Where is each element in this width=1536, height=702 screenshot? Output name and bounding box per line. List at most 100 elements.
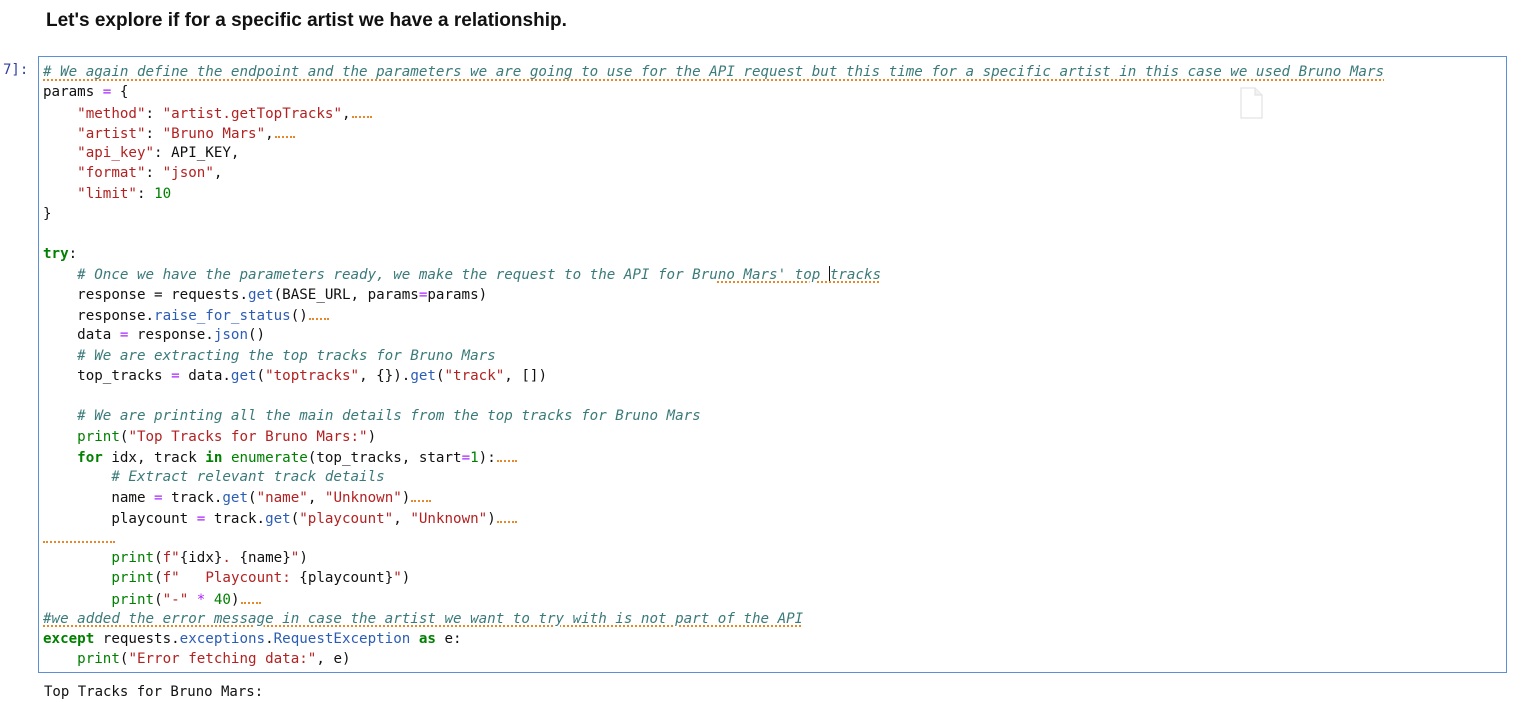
code-token: ) bbox=[299, 550, 308, 566]
operator: = bbox=[461, 449, 471, 466]
string: "artist.getTopTracks" bbox=[162, 105, 342, 122]
string: "Error fetching data:" bbox=[128, 651, 317, 668]
keyword: try bbox=[43, 246, 69, 263]
code-token: : bbox=[145, 125, 163, 142]
code-token: } bbox=[43, 205, 52, 222]
attribute: exceptions bbox=[179, 631, 266, 647]
cell-output: Top Tracks for Bruno Mars: bbox=[44, 684, 264, 700]
string: "limit" bbox=[77, 185, 137, 202]
code-token: data bbox=[43, 327, 120, 344]
method: get bbox=[248, 286, 274, 303]
comment: # We again define the endpoint and the p… bbox=[43, 64, 1385, 80]
string: "Bruno Mars" bbox=[162, 125, 266, 142]
code-text[interactable]: # We again define the endpoint and the p… bbox=[43, 62, 1384, 670]
keyword: in bbox=[205, 449, 223, 466]
code-token: ) bbox=[401, 570, 411, 587]
code-line-1: # We again define the endpoint and the p… bbox=[43, 62, 1384, 82]
code-token: name bbox=[43, 490, 155, 507]
code-token: , bbox=[307, 490, 325, 507]
code-line-27: print("-" * 40) bbox=[43, 589, 1384, 609]
lint-warning-marker bbox=[240, 589, 261, 604]
lint-warning-marker bbox=[308, 305, 329, 320]
code-line-26: print(f" Playcount: {playcount}") bbox=[43, 568, 1384, 588]
code-line-20: for idx, track in enumerate(top_tracks, … bbox=[43, 447, 1384, 467]
code-token: {name} bbox=[239, 550, 291, 566]
builtin: print bbox=[111, 570, 155, 587]
code-line-22: name = track.get("name", "Unknown") bbox=[43, 487, 1384, 507]
number: 10 bbox=[154, 185, 172, 202]
code-line-2: params = { bbox=[43, 82, 1384, 102]
comment: no Mars' top bbox=[717, 266, 829, 283]
code-line-12: response = requests.get(BASE_URL, params… bbox=[43, 285, 1384, 305]
code-line-11: # Once we have the parameters ready, we … bbox=[43, 265, 1384, 285]
code-cell-editor[interactable]: # We again define the endpoint and the p… bbox=[38, 56, 1507, 673]
code-token: : bbox=[145, 165, 163, 182]
code-token: ) bbox=[487, 510, 496, 527]
code-token: , bbox=[213, 165, 223, 182]
string: "Unknown" bbox=[410, 510, 488, 527]
code-token: ) bbox=[367, 428, 377, 445]
builtin: enumerate bbox=[230, 449, 308, 466]
builtin: print bbox=[111, 550, 155, 566]
code-token: , e) bbox=[316, 651, 351, 668]
code-token: params bbox=[43, 84, 103, 101]
code-token: data. bbox=[179, 367, 231, 384]
operator: = bbox=[196, 510, 206, 527]
code-token: ): bbox=[478, 449, 496, 466]
code-token: track. bbox=[162, 490, 223, 507]
method: json bbox=[213, 327, 249, 344]
code-token: (BASE_URL, params bbox=[273, 286, 419, 303]
operator: = bbox=[171, 367, 180, 384]
code-line-7: "limit": 10 bbox=[43, 184, 1384, 204]
string: "toptracks" bbox=[265, 367, 360, 384]
lint-warning-marker bbox=[351, 103, 372, 118]
code-token: (top_tracks, start bbox=[307, 449, 462, 466]
code-token: () bbox=[248, 327, 266, 344]
code-token: ) bbox=[230, 591, 240, 608]
code-token: { bbox=[111, 84, 129, 101]
lint-warning-marker bbox=[496, 508, 517, 523]
code-line-19: print("Top Tracks for Bruno Mars:") bbox=[43, 427, 1384, 447]
string: "format" bbox=[77, 165, 146, 182]
code-token: idx, track bbox=[102, 449, 206, 466]
string: f" bbox=[162, 550, 180, 566]
code-line-23: playcount = track.get("playcount", "Unkn… bbox=[43, 508, 1384, 528]
method: get bbox=[265, 510, 291, 527]
code-line-13: response.raise_for_status() bbox=[43, 305, 1384, 325]
code-line-15: # We are extracting the top tracks for B… bbox=[43, 346, 1384, 366]
code-token: , {}). bbox=[359, 367, 411, 384]
keyword: for bbox=[77, 449, 103, 466]
comment: # Extract relevant track details bbox=[111, 469, 385, 485]
code-token: ( bbox=[154, 591, 163, 608]
code-line-8: } bbox=[43, 204, 1384, 224]
code-line-30: print("Error fetching data:", e) bbox=[43, 649, 1384, 669]
builtin: print bbox=[77, 651, 120, 668]
comment: #we added the error message in case the … bbox=[43, 610, 804, 627]
method: get bbox=[222, 490, 249, 507]
code-token: , bbox=[265, 125, 274, 142]
code-line-16: top_tracks = data.get("toptracks", {}).g… bbox=[43, 366, 1384, 386]
comment: tracks bbox=[829, 266, 882, 283]
method: get bbox=[410, 367, 436, 384]
lint-warning-marker bbox=[496, 447, 517, 462]
string: "Top Tracks for Bruno Mars:" bbox=[128, 428, 368, 445]
comment: # We are printing all the main details f… bbox=[77, 408, 701, 425]
code-token: , bbox=[393, 510, 411, 527]
code-token: requests. bbox=[94, 631, 180, 647]
code-line-6: "format": "json", bbox=[43, 163, 1384, 183]
